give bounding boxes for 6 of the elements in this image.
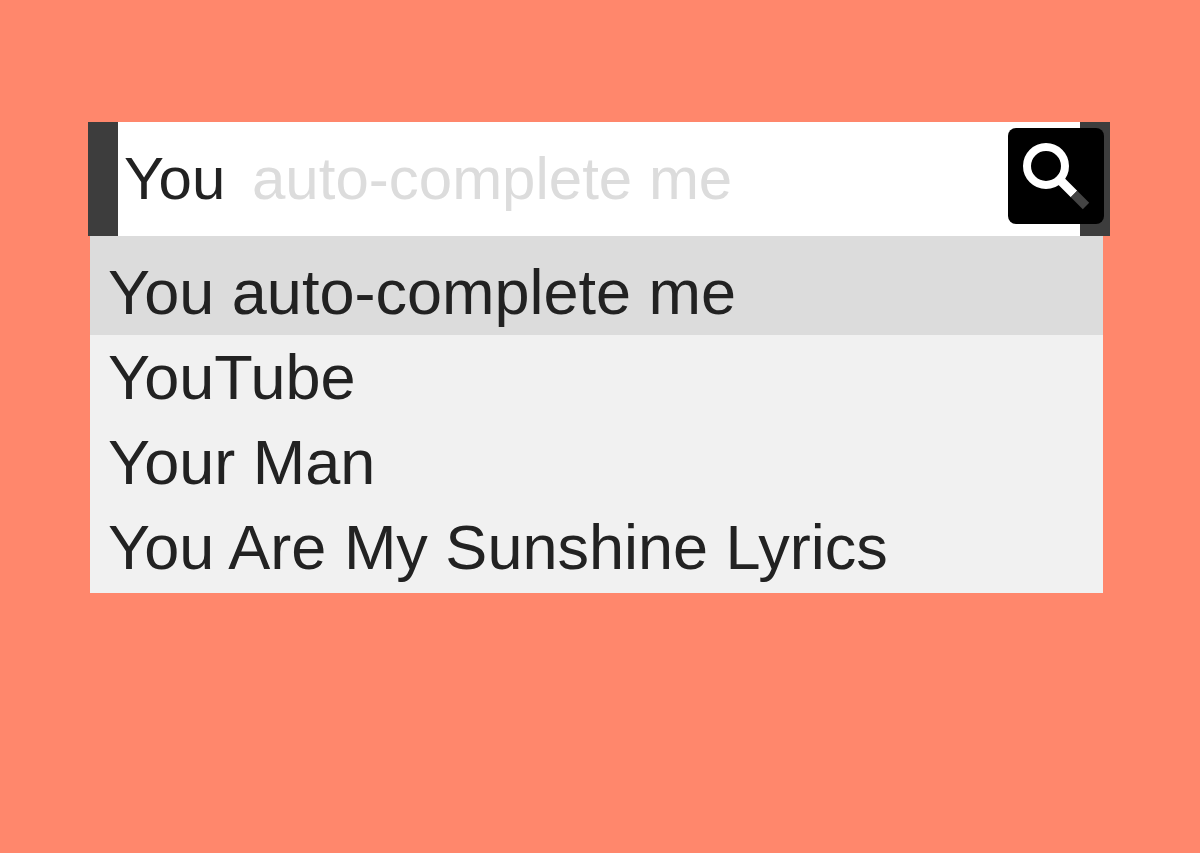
search-button[interactable] [1008,128,1104,224]
suggestion-item[interactable]: Your Man [90,420,1103,505]
suggestion-item[interactable]: YouTube [90,335,1103,420]
suggestion-item[interactable]: You Are My Sunshine Lyrics [90,505,1103,590]
suggestion-item[interactable]: You auto-complete me [90,236,1103,335]
search-field[interactable]: You [124,141,228,217]
